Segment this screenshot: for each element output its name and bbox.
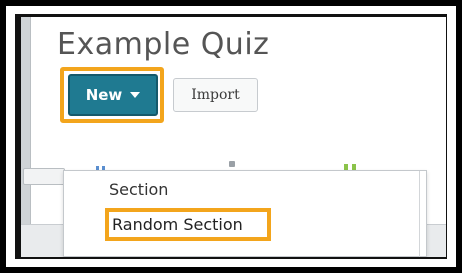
toolbar-small-icon — [229, 161, 235, 167]
import-button[interactable]: Import — [173, 78, 258, 112]
chevron-down-icon — [130, 92, 141, 98]
new-dropdown-menu: Section Random Section — [63, 170, 427, 257]
new-button[interactable]: New — [68, 74, 158, 116]
menu-item-section[interactable]: Section — [109, 180, 168, 199]
reorder-icon — [344, 158, 360, 173]
left-panel-edge — [21, 17, 31, 257]
menu-item-random-section[interactable]: Random Section — [105, 208, 271, 241]
menu-scroll-edge — [419, 171, 420, 257]
new-button-label: New — [85, 86, 123, 104]
page-title: Example Quiz — [57, 27, 270, 62]
quiz-page: Example Quiz New Import Section Random S… — [21, 17, 446, 257]
toolbar-control-partial[interactable] — [23, 168, 65, 185]
bulk-edit-icon — [96, 159, 108, 174]
